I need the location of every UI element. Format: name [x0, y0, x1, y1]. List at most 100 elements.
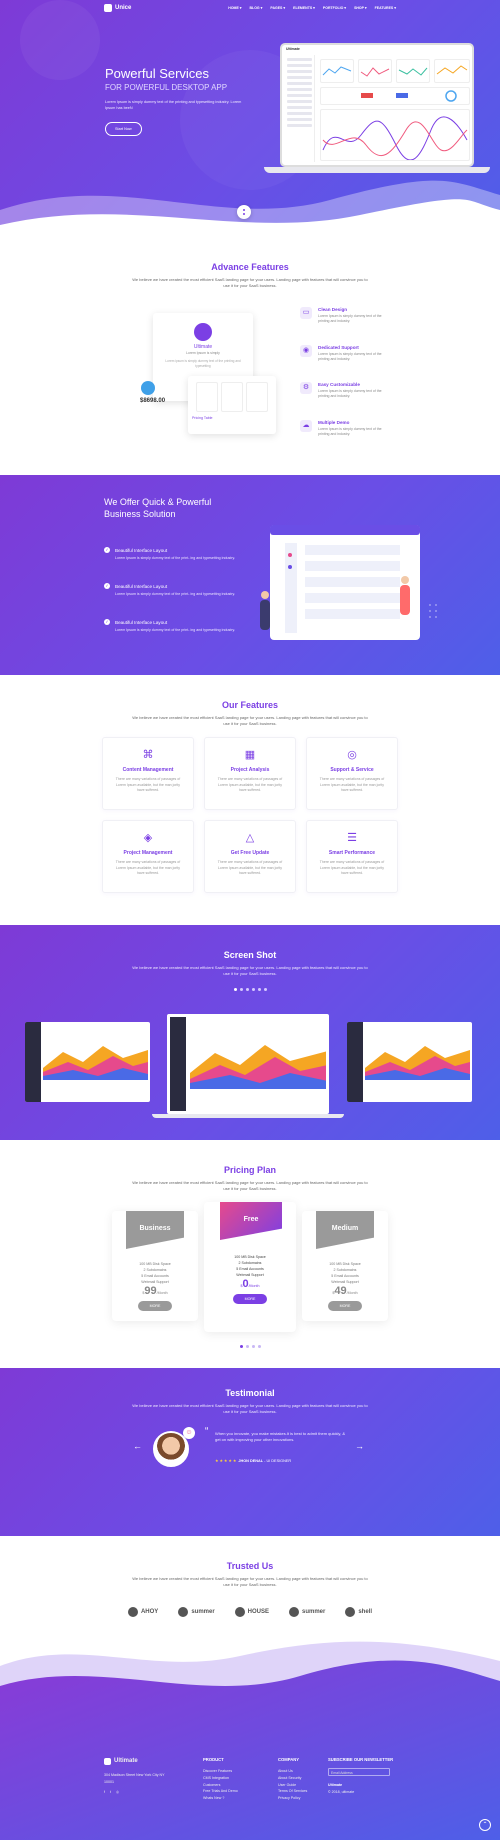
- menu-portfolio[interactable]: PORTFOLIO ▾: [323, 6, 346, 10]
- footer-heading: PRODUCT: [203, 1757, 224, 1762]
- advance-features-section: Advance Features We believe we have crea…: [0, 240, 500, 475]
- menu-blog[interactable]: BLOG ▾: [250, 6, 263, 10]
- house-icon: [234, 1606, 245, 1617]
- carousel-dot[interactable]: [257, 1345, 261, 1348]
- footer-link[interactable]: Whats New ?: [203, 1795, 238, 1802]
- monitor-icon: ▭: [300, 307, 312, 319]
- footer-link[interactable]: CMS Integration: [203, 1775, 238, 1782]
- laptop-mockup: Ultimate: [280, 43, 474, 167]
- card-desc: Lorem ipsum is simply dummy text of the …: [165, 359, 241, 368]
- carousel-dot[interactable]: [251, 1345, 255, 1348]
- feature-desc: There are many variations of passages of…: [115, 777, 181, 793]
- section-title: Pricing Plan: [223, 1165, 276, 1175]
- carousel-dot[interactable]: [251, 987, 255, 991]
- menu-elements[interactable]: ELEMENTS ▾: [293, 6, 315, 10]
- support-icon: ◉: [300, 344, 312, 357]
- footer-link[interactable]: User Guide: [278, 1782, 307, 1789]
- author-role: - UI DESIGNER: [264, 1459, 292, 1463]
- screenshot-center[interactable]: [167, 1014, 329, 1114]
- footer-link[interactable]: Customers: [203, 1782, 238, 1789]
- stat-value: $8698.00: [140, 398, 166, 404]
- solution-desc: Lorem Ipsum is simply dummy text of the …: [115, 628, 235, 632]
- carousel-dot[interactable]: [245, 1345, 249, 1348]
- feature-title: Dedicated Support: [318, 344, 359, 350]
- author-name: JHON DENAL: [238, 1459, 264, 1463]
- solution-title: Beautiful Interface Layout: [115, 583, 168, 589]
- feature-card[interactable]: △ Get Free Update There are many variation…: [204, 820, 296, 893]
- palm-icon: [178, 1606, 189, 1617]
- solution-desc: Lorem Ipsum is simply dummy text of the …: [115, 592, 235, 596]
- palm-icon: [289, 1606, 299, 1617]
- feature-grid: ⌘ Content Management There are many variat…: [102, 737, 398, 893]
- plan-name: Medium: [316, 1211, 374, 1249]
- feature-card[interactable]: ▦ Project Analysis There are many variatio…: [204, 737, 296, 810]
- footer-background: [0, 1641, 500, 1840]
- feature-desc: Lorem Ipsum is simply dummy text of the …: [318, 389, 382, 399]
- menu-home[interactable]: HOME ▾: [228, 6, 241, 10]
- footer-link[interactable]: Privacy Policy: [278, 1795, 307, 1802]
- rating-stars: ★ ★ ★ ★ ★: [215, 1459, 237, 1463]
- dribbble-icon[interactable]: ◎: [116, 1789, 119, 1796]
- carousel-dot[interactable]: [257, 987, 261, 991]
- menu-pages[interactable]: PAGES ▾: [270, 6, 285, 10]
- footer-link[interactable]: About Security: [278, 1775, 307, 1782]
- twitter-icon[interactable]: t: [110, 1789, 111, 1796]
- feature-card[interactable]: ☰ Smart Performance There are many variati…: [306, 820, 398, 893]
- menu-features[interactable]: FEATURES ▾: [375, 6, 396, 10]
- section-title: We Offer Quick & Powerful Business Solut…: [104, 497, 212, 519]
- carousel-dot[interactable]: [239, 1345, 243, 1348]
- section-subtitle: We believe we have created the most effi…: [132, 1403, 368, 1415]
- section-subtitle: We believe we have created the most effi…: [132, 277, 368, 289]
- mini-profile: [221, 382, 243, 412]
- quote-icon: “: [205, 1426, 209, 1437]
- brand-logo: AHOY: [127, 1606, 158, 1617]
- section-subtitle: We believe we have created the most effi…: [132, 965, 368, 977]
- cloud-icon: ☁: [300, 419, 312, 432]
- footer-product: PRODUCT Discover Features CMS Integration…: [203, 1756, 238, 1802]
- carousel-dot[interactable]: [245, 987, 249, 991]
- facebook-icon[interactable]: f: [104, 1789, 105, 1796]
- check-icon: ✓: [104, 583, 110, 589]
- footer-link[interactable]: About Us: [278, 1768, 307, 1775]
- feature-card[interactable]: ◎ Support & Service There are many variati…: [306, 737, 398, 810]
- back-to-top-button[interactable]: ⌃: [479, 1819, 491, 1831]
- main-menu: HOME ▾ BLOG ▾ PAGES ▾ ELEMENTS ▾ PORTFOL…: [228, 6, 396, 10]
- section-title: Advance Features: [211, 262, 289, 272]
- dashboard-illustration: [260, 525, 437, 640]
- carousel-dot[interactable]: [233, 987, 237, 991]
- feature-card[interactable]: ⌘ Content Management There are many variat…: [102, 737, 194, 810]
- newsletter-email-input[interactable]: Email Address: [328, 1767, 390, 1776]
- feature-clean-design: ▭ Clean Design Lorem Ipsum is simply dummy…: [300, 307, 393, 325]
- solution-title: Beautiful Interface Layout: [115, 547, 168, 553]
- card-brand: Ultimate: [193, 344, 213, 350]
- hero-title: Powerful Services: [105, 66, 210, 81]
- footer-logo[interactable]: Ultimate: [104, 1756, 174, 1767]
- mini-profile: [246, 382, 268, 412]
- smart-performance-icon: ☰: [347, 832, 357, 844]
- plan-more-button[interactable]: MORE: [327, 1301, 363, 1312]
- content-management-icon: ⌘: [142, 749, 154, 761]
- scroll-down-button[interactable]: [237, 205, 251, 219]
- brand-logo: summer: [289, 1606, 325, 1617]
- footer-link[interactable]: Terms Of Services: [278, 1788, 307, 1795]
- feature-card[interactable]: ◈ Project Management There are many variat…: [102, 820, 194, 893]
- footer-address: 304 Madison Street New York City NY 1000…: [104, 1773, 165, 1785]
- start-now-button[interactable]: Start Now: [105, 122, 142, 137]
- footer-about: Ultimate 304 Madison Street New York Cit…: [104, 1756, 174, 1796]
- card-tag: Lorem Ipsum is simply: [186, 351, 220, 355]
- screenshot-left[interactable]: [25, 1022, 150, 1102]
- footer-link[interactable]: Discover Features: [203, 1768, 238, 1775]
- plan-more-button[interactable]: MORE: [232, 1294, 268, 1305]
- solution-item: ✓ Beautiful Interface Layout Lorem Ipsum i…: [104, 583, 244, 597]
- menu-shop[interactable]: SHOP ▾: [354, 6, 367, 10]
- logo[interactable]: Unice: [104, 4, 131, 12]
- next-arrow-icon[interactable]: →: [355, 1441, 364, 1451]
- carousel-dot[interactable]: [239, 987, 243, 991]
- footer-link[interactable]: Free Trials And Demo: [203, 1788, 238, 1795]
- carousel-dot[interactable]: [263, 987, 267, 991]
- feature-easy-customizable: ⚙ Easy Customizable Lorem Ipsum is simply …: [300, 382, 393, 400]
- hero-section: Unice HOME ▾ BLOG ▾ PAGES ▾ ELEMENTS ▾ P…: [0, 0, 500, 240]
- prev-arrow-icon[interactable]: ←: [133, 1441, 142, 1451]
- screenshot-right[interactable]: [347, 1022, 472, 1102]
- plan-more-button[interactable]: MORE: [137, 1301, 173, 1312]
